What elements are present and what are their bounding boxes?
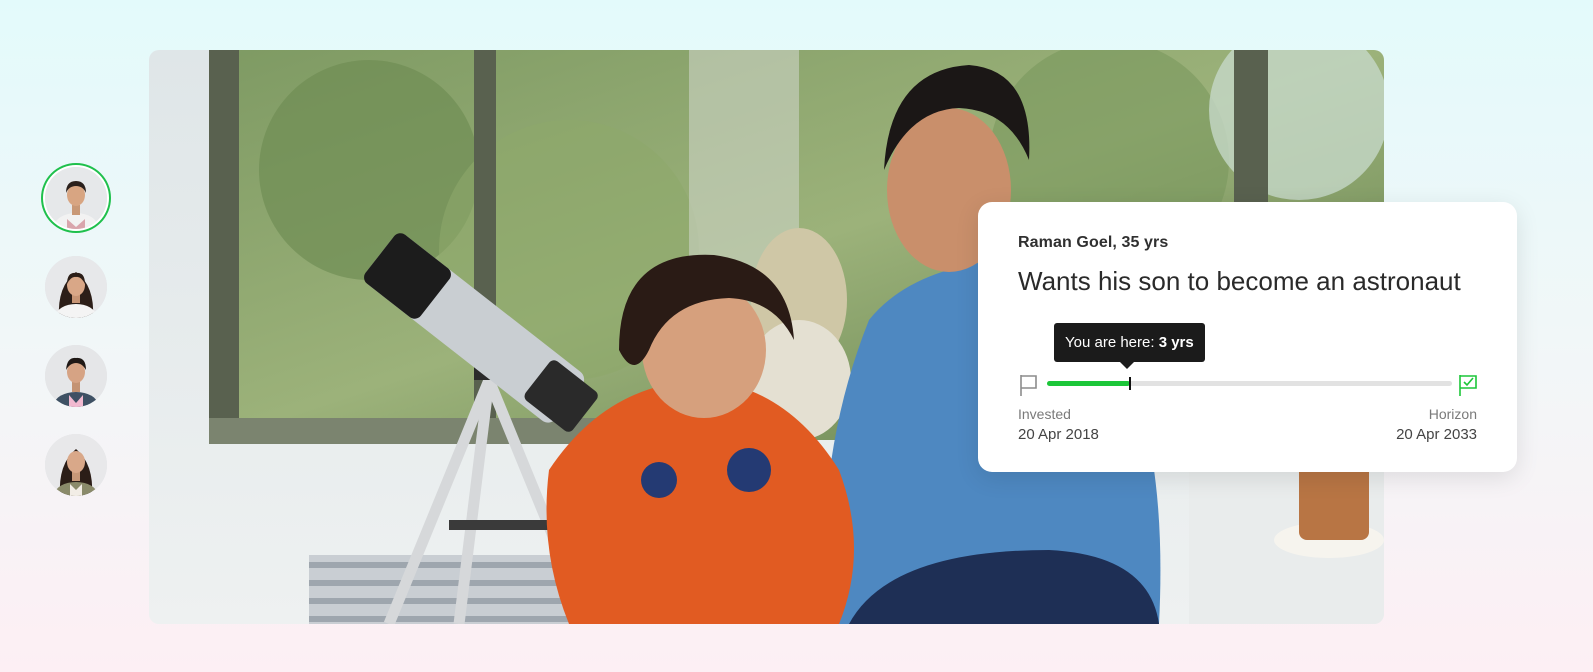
progress-marker bbox=[1129, 377, 1132, 390]
goal-title: Wants his son to become an astronaut bbox=[1018, 266, 1461, 296]
progress-tooltip: You are here: 3 yrs bbox=[1054, 323, 1205, 369]
profile-avatar-1[interactable] bbox=[45, 167, 107, 229]
end-date: 20 Apr 2033 bbox=[1396, 426, 1477, 443]
goal-card: Raman Goel, 35 yrs Wants his son to beco… bbox=[978, 202, 1517, 472]
profile-avatar-3[interactable] bbox=[45, 345, 107, 407]
start-label: Invested bbox=[1018, 406, 1071, 422]
person-name: Raman Goel, 35 yrs bbox=[1018, 234, 1169, 251]
progress-track bbox=[1047, 377, 1452, 390]
progress-fill bbox=[1047, 381, 1131, 386]
profile-avatar-2[interactable] bbox=[45, 256, 107, 318]
flag-outline-icon bbox=[1020, 375, 1037, 396]
profile-avatar-4[interactable] bbox=[45, 434, 107, 496]
flag-check-icon bbox=[1459, 375, 1477, 396]
tooltip-prefix: You are here: bbox=[1065, 334, 1159, 351]
start-date: 20 Apr 2018 bbox=[1018, 426, 1099, 443]
end-label: Horizon bbox=[1428, 406, 1477, 422]
tooltip-value: 3 yrs bbox=[1158, 334, 1194, 351]
